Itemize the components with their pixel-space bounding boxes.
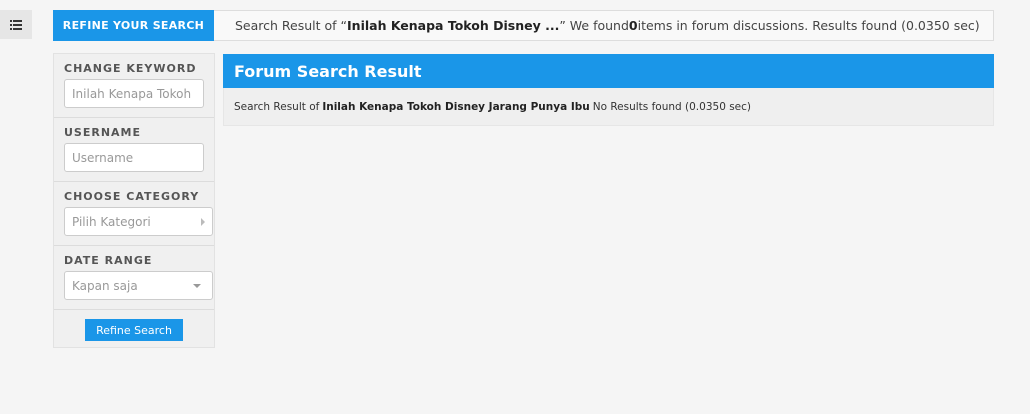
results-title: Forum Search Result — [223, 54, 994, 88]
category-title: CHOOSE CATEGORY — [64, 190, 200, 203]
username-section: USERNAME — [54, 118, 214, 182]
results-query: Inilah Kenapa Tokoh Disney Jarang Punya … — [322, 100, 590, 113]
category-value: Pilih Kategori — [72, 214, 151, 229]
results-message: Search Result of Inilah Kenapa Tokoh Dis… — [223, 88, 994, 126]
summary-found-prefix: ” We found — [559, 18, 629, 33]
date-section: DATE RANGE Kapan saja — [54, 246, 214, 310]
date-range-select[interactable]: Kapan saja — [64, 271, 213, 300]
refine-search-tab[interactable]: REFINE YOUR SEARCH — [53, 10, 214, 41]
menu-toggle-button[interactable] — [0, 10, 32, 39]
results-prefix: Search Result of — [234, 100, 320, 113]
search-summary-bar: REFINE YOUR SEARCH Search Result of “Ini… — [53, 10, 994, 41]
refine-tab-label: REFINE YOUR SEARCH — [62, 19, 205, 32]
username-field[interactable] — [64, 143, 204, 172]
username-title: USERNAME — [64, 126, 142, 139]
keyword-input[interactable]: Inilah Kenapa Tokoh — [64, 79, 204, 108]
category-section: CHOOSE CATEGORY Pilih Kategori — [54, 182, 214, 246]
summary-query: Inilah Kenapa Tokoh Disney ... — [347, 18, 560, 33]
results-suffix: No Results found (0.0350 sec) — [592, 100, 752, 113]
date-title: DATE RANGE — [64, 254, 153, 267]
keyword-title: CHANGE KEYWORD — [64, 62, 197, 75]
refine-sidebar: CHANGE KEYWORD Inilah Kenapa Tokoh USERN… — [53, 53, 215, 348]
keyword-section: CHANGE KEYWORD Inilah Kenapa Tokoh — [54, 54, 214, 118]
date-value: Kapan saja — [72, 278, 138, 293]
list-icon — [10, 19, 22, 30]
username-input[interactable] — [72, 150, 196, 165]
chevron-right-icon — [201, 217, 205, 226]
category-select[interactable]: Pilih Kategori — [64, 207, 213, 236]
summary-count: 0 — [628, 18, 638, 33]
chevron-down-icon — [193, 283, 201, 288]
keyword-value: Inilah Kenapa Tokoh — [72, 86, 192, 101]
summary-prefix: Search Result of “ — [235, 18, 348, 33]
search-summary-text: Search Result of “Inilah Kenapa Tokoh Di… — [214, 11, 980, 40]
summary-found-suffix: items in forum discussions. Results foun… — [637, 18, 980, 33]
refine-search-button[interactable]: Refine Search — [85, 319, 183, 341]
forum-results-panel: Forum Search Result Search Result of Ini… — [223, 54, 994, 126]
